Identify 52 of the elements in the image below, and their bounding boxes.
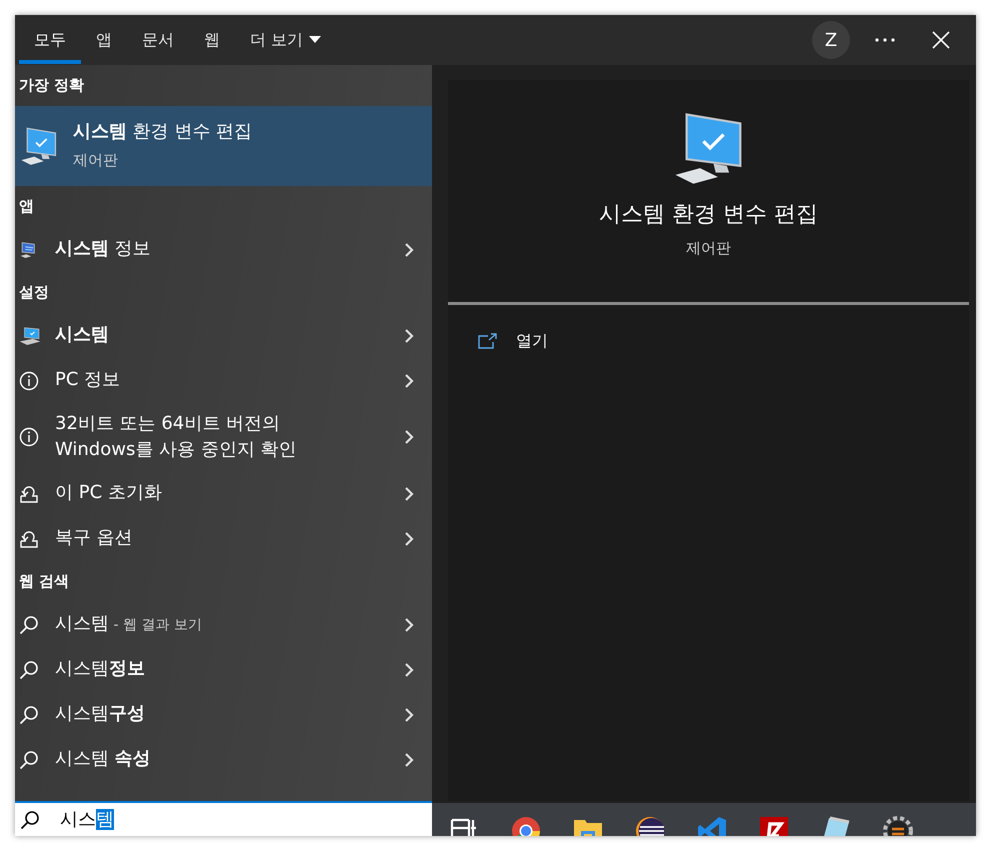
search-icon: [20, 810, 40, 830]
system-info-icon: [19, 240, 37, 258]
result-item[interactable]: 복구 옵션: [15, 516, 432, 561]
open-action[interactable]: 열기: [478, 329, 969, 353]
chevron-right-icon: [404, 372, 414, 388]
result-item[interactable]: 시스템 속성: [15, 737, 432, 782]
result-item[interactable]: 시스템구성: [15, 692, 432, 737]
reset-icon: [19, 484, 39, 504]
account-button[interactable]: Z: [812, 21, 850, 59]
preview-subtitle: 제어판: [686, 238, 731, 259]
search-icon: [19, 704, 39, 724]
chevron-right-icon: [404, 616, 414, 632]
laptop-icon: [19, 326, 41, 346]
section-heading: 웹 검색: [18, 571, 70, 592]
chevron-right-icon: [404, 486, 414, 502]
chevron-right-icon: [404, 662, 414, 678]
search-icon: [19, 614, 39, 634]
section-heading: 앱: [18, 196, 35, 218]
info-icon: [19, 427, 39, 447]
chevron-right-icon: [404, 530, 414, 546]
chevron-right-icon: [404, 328, 414, 344]
best-match-item[interactable]: 시스템 환경 변수 편집 제어판: [15, 106, 432, 186]
tab[interactable]: 모두: [19, 15, 81, 65]
info-icon: [19, 370, 39, 390]
preview-title: 시스템 환경 변수 편집: [599, 201, 818, 229]
chevron-right-icon: [404, 706, 414, 722]
result-subtitle: 제어판: [73, 150, 119, 172]
reset-icon: [19, 528, 39, 548]
section-heading: 가장 정확: [18, 75, 86, 96]
result-item[interactable]: 시스템: [15, 313, 432, 358]
chevron-right-icon: [404, 242, 414, 258]
result-item[interactable]: 이 PC 초기화: [15, 471, 432, 516]
result-item[interactable]: 시스템 정보: [15, 227, 432, 272]
computer-icon: [19, 126, 59, 166]
result-item[interactable]: 시스템 - 웹 결과 보기: [15, 602, 432, 647]
search-icon: [19, 660, 39, 680]
result-item[interactable]: 32비트 또는 64비트 버전의 Windows를 사용 중인지 확인: [15, 403, 432, 471]
tab[interactable]: 웹: [189, 15, 235, 65]
result-title: 시스템 환경 변수 편집: [73, 120, 252, 144]
search-icon: [19, 750, 39, 770]
result-item[interactable]: PC 정보: [15, 358, 432, 403]
section-heading: 설정: [18, 282, 50, 304]
result-item[interactable]: 시스템정보: [15, 647, 432, 692]
chevron-right-icon: [404, 752, 414, 768]
open-external-icon: [478, 333, 498, 349]
tab[interactable]: 앱: [81, 15, 127, 65]
chevron-right-icon: [404, 429, 414, 445]
search-field[interactable]: 시스템: [15, 801, 432, 836]
tab[interactable]: 문서: [127, 15, 189, 65]
tab[interactable]: 더 보기: [235, 15, 336, 65]
close-icon[interactable]: [932, 31, 950, 49]
more-icon[interactable]: [874, 37, 896, 43]
